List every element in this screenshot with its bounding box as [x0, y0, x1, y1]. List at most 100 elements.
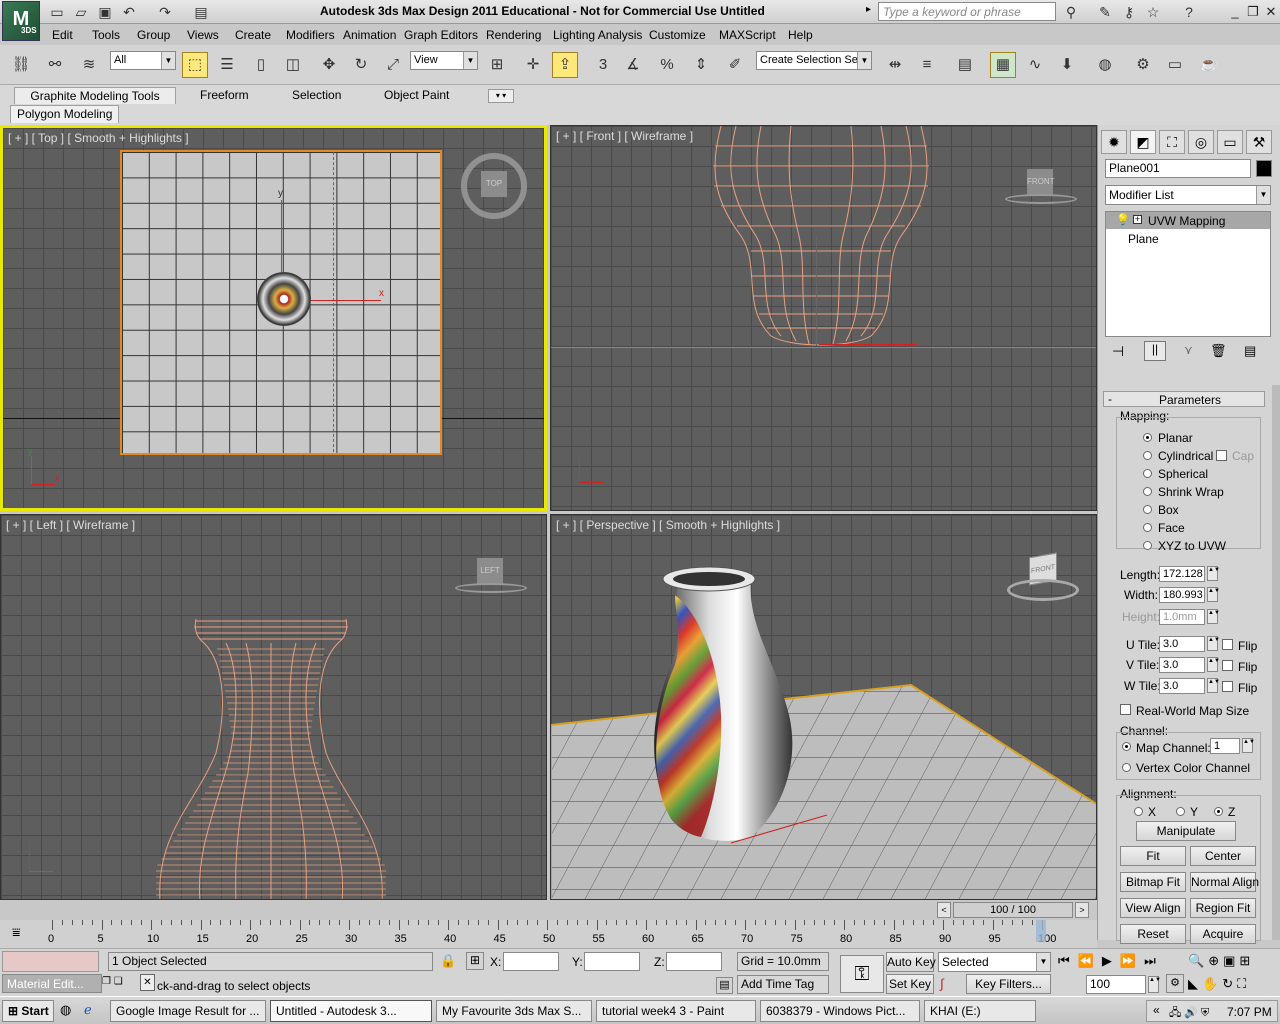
modify-tab-icon[interactable]: ◩ [1130, 130, 1156, 154]
mapping-radio-face[interactable] [1143, 523, 1152, 532]
menu-rendering[interactable]: Rendering [486, 28, 541, 42]
viewport-label-front[interactable]: [ + ] [ Front ] [ Wireframe ] [556, 129, 693, 143]
height-field[interactable]: 1.0mm [1159, 609, 1205, 625]
set-key-key-icon[interactable]: ⚿ [840, 955, 884, 993]
render-teapot-icon[interactable]: ☕ [1196, 52, 1222, 78]
view-align-button[interactable]: View Align [1120, 898, 1186, 918]
vase-wireframe-left[interactable] [156, 613, 386, 900]
subtab-polygon-modeling[interactable]: Polygon Modeling [10, 105, 120, 123]
time-tag-icon[interactable]: ▤ [716, 977, 733, 994]
select-object-icon[interactable]: ⬚ [182, 52, 208, 78]
menu-help[interactable]: Help [788, 28, 813, 42]
taskbar-item-picture-viewer[interactable]: 6038379 - Windows Pict... [760, 1000, 920, 1022]
curve-editor-icon[interactable]: ∿ [1022, 52, 1048, 78]
auto-key-button[interactable]: Auto Key [886, 952, 936, 972]
map-channel-field[interactable]: 1 [1210, 738, 1240, 754]
menu-graph-editors[interactable]: Graph Editors [404, 28, 478, 42]
restore-icon[interactable]: ❐ [1244, 3, 1262, 20]
absolute-mode-icon[interactable]: ⊞ [466, 952, 484, 970]
viewport-label-top[interactable]: [ + ] [ Top ] [ Smooth + Highlights ] [8, 131, 189, 145]
align-icon[interactable]: ≡ [914, 52, 940, 78]
binoculars-icon[interactable]: ⚲ [1062, 3, 1080, 21]
close-icon[interactable]: ✕ [1262, 3, 1280, 20]
key-icon[interactable]: ⚷ [1120, 3, 1138, 21]
reset-button[interactable]: Reset [1120, 924, 1186, 944]
viewport-perspective[interactable]: FRONT [ + ] [ Perspective ] [ Smooth + H… [550, 514, 1097, 900]
current-frame-field[interactable]: 100 [1086, 975, 1146, 994]
x-coordinate-field[interactable] [503, 952, 559, 971]
u-tile-field[interactable]: 3.0 [1159, 636, 1205, 652]
minimized-restore-icon[interactable]: ❐ ❏ [102, 976, 123, 987]
menu-lighting-analysis[interactable]: Lighting Analysis [553, 28, 642, 42]
new-file-icon[interactable]: ▭ [48, 3, 66, 21]
tab-graphite-modeling-tools[interactable]: Graphite Modeling Tools [14, 87, 176, 104]
viewport-label-left[interactable]: [ + ] [ Left ] [ Wireframe ] [6, 518, 135, 532]
time-slider[interactable]: 100 / 100 [953, 902, 1073, 918]
w-flip-checkbox[interactable] [1222, 681, 1233, 692]
window-crossing-icon[interactable]: ◫ [280, 52, 306, 78]
map-channel-radio[interactable] [1122, 742, 1131, 751]
acquire-button[interactable]: Acquire [1190, 924, 1256, 944]
viewcube-top[interactable]: TOP [481, 171, 507, 197]
v-tile-spinner[interactable]: ▲▼ [1207, 657, 1220, 672]
viewcube-left[interactable]: LEFT [477, 558, 503, 584]
pin-stack-icon[interactable]: ⊣ [1112, 343, 1124, 360]
previous-frame-icon[interactable]: ⏪ [1078, 953, 1102, 968]
parameters-rollout-header[interactable]: - Parameters [1103, 391, 1265, 407]
material-editor-minimized[interactable]: Material Edit... [2, 974, 102, 993]
zoom-icon[interactable]: 🔍 [1188, 953, 1208, 968]
save-icon[interactable]: ▣ [96, 3, 114, 21]
move-icon[interactable]: ✥ [316, 52, 342, 78]
viewcube-front[interactable]: FRONT [1027, 169, 1055, 195]
track-bar[interactable]: ⩸ 0 5 10 15 20 25 30 35 40 45 50 55 60 65 70 75 80 85 90 95… [0, 920, 1097, 948]
go-to-end-icon[interactable]: ⏭ [1144, 953, 1164, 968]
angle-snap-icon[interactable]: ∡ [620, 52, 646, 78]
w-tile-spinner[interactable]: ▲▼ [1207, 678, 1220, 693]
object-color-swatch[interactable] [1256, 160, 1272, 177]
fit-button[interactable]: Fit [1120, 846, 1186, 866]
time-marker[interactable] [1036, 920, 1046, 942]
menu-animation[interactable]: Animation [343, 28, 396, 42]
chevron-left-icon[interactable]: < [937, 902, 951, 918]
search-input[interactable]: Type a keyword or phrase [878, 2, 1056, 21]
mapping-radio-planar[interactable] [1143, 433, 1152, 442]
minimize-icon[interactable]: _ [1226, 3, 1244, 20]
remove-modifier-icon[interactable]: 🗑 [1210, 343, 1227, 359]
region-fit-button[interactable]: Region Fit [1190, 898, 1256, 918]
taskbar-item-drive[interactable]: KHAI (E:) [924, 1000, 1036, 1022]
schematic-view-icon[interactable]: ⬇ [1054, 52, 1080, 78]
menu-group[interactable]: Group [137, 28, 170, 42]
chevron-right-icon[interactable]: > [1075, 902, 1089, 918]
viewcube-ring[interactable] [455, 583, 527, 593]
hierarchy-tab-icon[interactable]: ⛶ [1159, 130, 1185, 154]
redo-icon[interactable]: ↷ [156, 3, 174, 21]
viewport-top[interactable]: y x TOP y x [ + ] [ Top ] [ Smooth + Hig… [0, 125, 547, 511]
align-y-radio[interactable] [1176, 807, 1185, 816]
mapping-radio-spherical[interactable] [1143, 469, 1152, 478]
maximize-viewport-icon[interactable]: ⛶ [1237, 976, 1250, 991]
reference-coordinate-dropdown[interactable]: View ▼ [410, 51, 478, 70]
manipulate-button[interactable]: Manipulate [1136, 821, 1236, 841]
selection-filter-dropdown[interactable]: All ▼ [110, 51, 176, 70]
taskbar-item-favourite-3dsmax[interactable]: My Favourite 3ds Max S... [436, 1000, 592, 1022]
scale-icon[interactable]: ⤢ [380, 52, 406, 78]
layer-manager-icon[interactable]: ▤ [952, 52, 978, 78]
display-tab-icon[interactable]: ▭ [1217, 130, 1243, 154]
make-unique-icon[interactable]: ⋎ [1184, 343, 1193, 357]
link-icon[interactable]: ⛓ [8, 52, 34, 78]
menu-modifiers[interactable]: Modifiers [286, 28, 335, 42]
help-icon[interactable]: ? [1180, 3, 1198, 21]
taskbar-item-paint[interactable]: tutorial week4 3 - Paint [596, 1000, 756, 1022]
tab-selection[interactable]: Selection [286, 87, 347, 104]
open-folder-icon[interactable]: ▱ [72, 3, 90, 21]
length-field[interactable]: 172.128 [1159, 566, 1205, 582]
width-field[interactable]: 180.993 [1159, 587, 1205, 603]
show-desktop-icon[interactable]: ◍ [60, 1002, 71, 1018]
menu-maxscript[interactable]: MAXScript [719, 28, 776, 42]
tray-icons[interactable]: 🖧🔊⛨ [1169, 1004, 1212, 1023]
set-key-button[interactable]: Set Key [886, 974, 934, 994]
orbit-icon[interactable]: ↻ [1222, 976, 1237, 991]
object-name-field[interactable]: Plane001 [1105, 159, 1251, 178]
tab-freeform[interactable]: Freeform [194, 87, 255, 104]
height-spinner[interactable]: ▲▼ [1207, 609, 1220, 624]
